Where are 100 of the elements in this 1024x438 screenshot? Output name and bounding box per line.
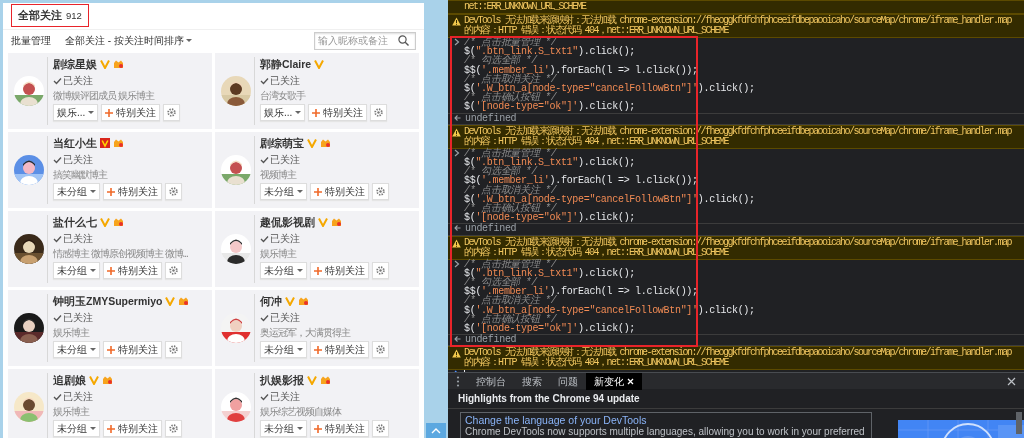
settings-button[interactable] [165,341,182,359]
code-line: $('.W_btn_a[node-type="cancelFollowBtn"]').click(); [464,84,755,94]
code-line: $('.W_btn_a[node-type="cancelFollowBtn"]').click(); [464,305,755,315]
user-name[interactable]: 趣侃影视剧 [260,214,315,231]
user-bio: 娱乐博主 [53,405,91,418]
user-name[interactable]: 剧综星娱 [53,56,97,73]
group-dropdown[interactable]: 未分组 [260,420,307,438]
gear-icon [169,345,178,355]
special-follow-button[interactable]: 特别关注 [310,341,369,359]
warning-message: net::ERR_UNKNOWN_URL_SCHEME [464,2,586,12]
special-follow-button[interactable]: 特别关注 [103,420,162,438]
settings-button[interactable] [370,104,388,122]
user-bio: 娱乐博主 [53,326,91,339]
settings-button[interactable] [372,262,389,280]
close-icon[interactable] [1007,376,1016,386]
code-line: $('[node-type="ok"]').click(); [464,324,637,334]
follow-status: 已关注 [270,311,300,326]
gear-icon [376,345,385,355]
code-comment: /* 点击取消关注 */ [464,185,557,195]
group-dropdown[interactable]: 未分组 [53,420,100,438]
user-bio: 娱乐博主 [260,247,298,260]
settings-button[interactable] [165,183,182,201]
user-name[interactable]: 盐什么七 [53,214,97,231]
special-follow-button[interactable]: 特别关注 [310,183,369,201]
caret-icon [88,111,95,115]
user-bio: 搞笑幽默博主 [53,168,109,181]
settings-button[interactable] [165,420,182,438]
source-map-link[interactable]: chrome-extension://fheoggkfdfchfphceeifdbepaooicaho/sourceMap/chrome/iframe_handler.map [619,15,1012,26]
drawer-tab[interactable]: 新变化 [586,372,642,390]
user-name[interactable]: 扒娱影报 [260,372,304,389]
plus-icon [107,345,115,354]
batch-manage-link[interactable]: 批量管理 [11,33,51,48]
settings-button[interactable] [372,341,389,359]
search-field[interactable]: 输入昵称或备注 [314,31,416,50]
caret-icon [297,269,303,273]
user-name[interactable]: 剧综萌宝 [260,135,304,152]
user-name[interactable]: 当红小生 [53,135,97,152]
special-follow-button[interactable]: 特别关注 [103,183,162,201]
plus-icon [312,108,321,117]
panel-title: 全部关注 [18,8,62,23]
special-follow-button[interactable]: 特别关注 [308,104,368,122]
warning-icon [452,17,461,26]
scrollbar[interactable] [1016,412,1022,434]
more-menu-icon[interactable] [454,375,462,387]
caret-icon [297,348,303,352]
caret-icon [90,190,96,194]
group-dropdown[interactable]: 娱乐... [53,104,99,122]
code-line: $$('.member_li').forEach(l => l.click()); [464,65,699,75]
follow-status: 已关注 [270,390,300,405]
group-dropdown[interactable]: 未分组 [260,262,307,280]
check-icon [260,76,269,85]
code-line: $('[node-type="ok"]').click(); [464,213,637,223]
warning-message: DevTools 无法加载来源映射：无法加载 chrome-extension://fheoggkfdfchfphceeifdbepaooicaho/sourceMap/chrome/iframe_handler.map 的内容：HTTP 错误：状态代码 404，net::ERR_UNKNOWN_URL_SCHEME [464,348,1013,369]
settings-button[interactable] [165,262,182,280]
user-bio: 娱乐综艺视频自媒体 [260,405,343,418]
code-comment: /* 点击批量管理 */ [464,259,557,269]
check-icon [53,392,62,401]
group-dropdown[interactable]: 未分组 [53,183,100,201]
gear-icon [169,266,178,276]
settings-button[interactable] [372,420,389,438]
drawer-tab[interactable]: 控制台 [468,372,514,390]
user-name[interactable]: 追剧娘 [53,372,86,389]
follow-status: 已关注 [63,390,93,405]
sort-dropdown[interactable]: 全部关注 - 按关注时间排序 [65,33,192,48]
check-icon [53,76,62,85]
source-map-link[interactable]: chrome-extension://fheoggkfdfchfphceeifdbepaooicaho/sourceMap/chrome/iframe_handler.map [619,347,1012,359]
user-name[interactable]: 郭静Claire [260,56,312,73]
code-comment: /* 点击取消关注 */ [464,296,557,306]
user-bio: 情感博主 微博原创视频博主 微博... [53,247,189,260]
card-title-link[interactable]: Change the language of your DevTools [465,414,865,426]
group-dropdown[interactable]: 未分组 [260,183,307,201]
scroll-top-button[interactable] [426,423,446,438]
special-follow-button[interactable]: 特别关注 [101,104,161,122]
follow-status: 已关注 [63,74,93,89]
return-icon [454,113,461,122]
drawer-tab[interactable]: 搜索 [514,372,550,390]
search-icon[interactable] [398,35,409,46]
warning-icon [452,127,461,137]
special-follow-button[interactable]: 特别关注 [103,262,162,280]
special-follow-button[interactable]: 特别关注 [103,341,162,359]
special-follow-button[interactable]: 特别关注 [310,420,369,438]
group-dropdown[interactable]: 未分组 [260,341,307,359]
group-dropdown[interactable]: 娱乐... [260,104,306,122]
check-icon [260,234,269,243]
caret-icon [90,427,96,431]
check-icon [260,155,269,164]
check-icon [260,392,269,401]
drawer-tab[interactable]: 问题 [550,372,586,390]
user-bio: 视频博主 [260,168,298,181]
settings-button[interactable] [163,104,181,122]
warning-icon [452,349,461,359]
special-follow-button[interactable]: 特别关注 [310,262,369,280]
gear-icon [167,108,177,118]
settings-button[interactable] [372,183,389,201]
user-name[interactable]: 钟明玉ZMYSupermiyo [53,293,163,310]
user-name[interactable]: 何冲 [260,293,282,310]
plus-icon [314,266,322,275]
group-dropdown[interactable]: 未分组 [53,341,100,359]
result-text: undefined [465,224,517,234]
group-dropdown[interactable]: 未分组 [53,262,100,280]
